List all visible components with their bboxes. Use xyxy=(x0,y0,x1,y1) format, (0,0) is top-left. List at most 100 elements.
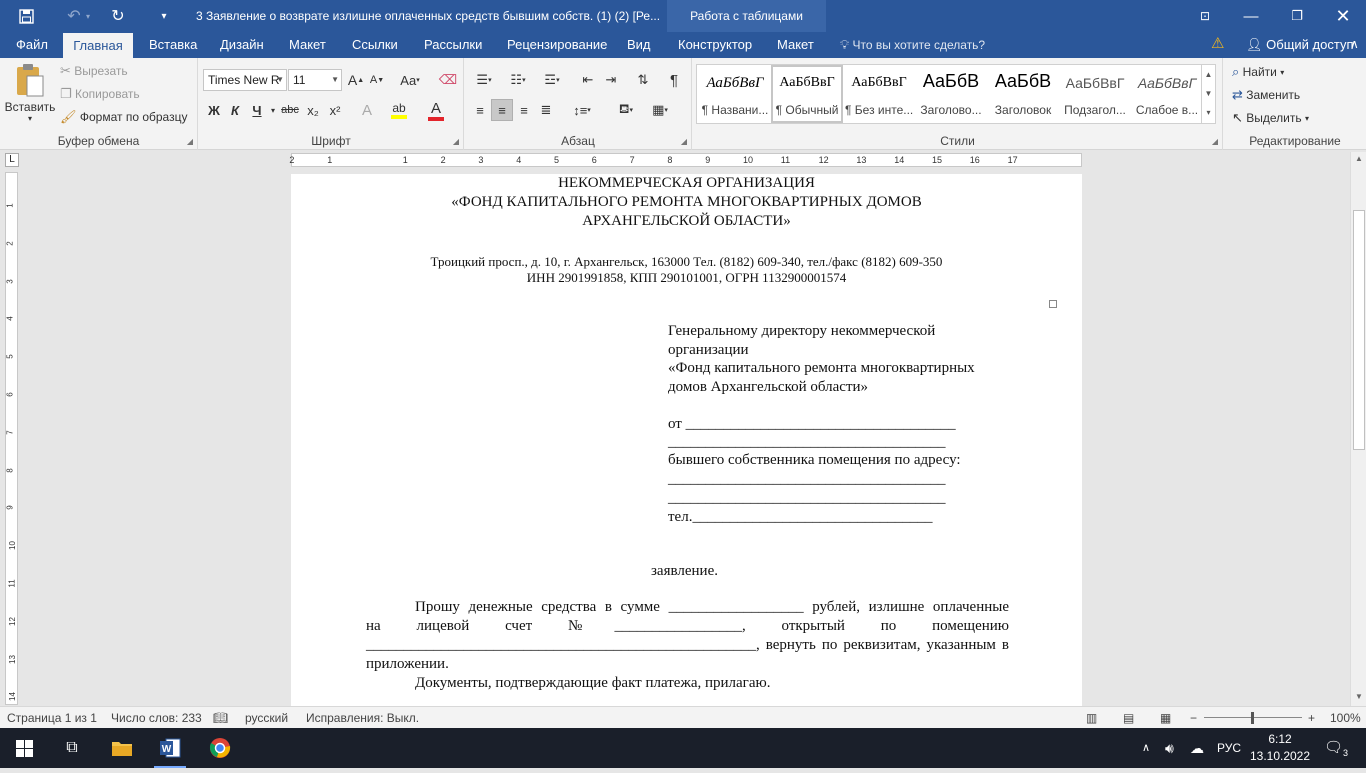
vertical-ruler[interactable]: 1 2 3 4 5 6 7 8 9 10 11 12 13 14 xyxy=(5,172,18,705)
customize-toolbar-icon[interactable]: ▾ xyxy=(146,0,182,32)
volume-icon[interactable]: 🔊︎ xyxy=(1165,728,1174,768)
tab-insert[interactable]: Вставка xyxy=(147,32,199,58)
notifications-icon[interactable]: 🗨︎3 xyxy=(1324,728,1348,768)
word-taskbar-icon[interactable]: W xyxy=(146,728,194,768)
gallery-down-icon[interactable]: ▼ xyxy=(1202,84,1215,103)
copy-button[interactable]: ❐ Копировать xyxy=(60,86,140,102)
start-icon[interactable] xyxy=(0,728,48,768)
tab-table-design[interactable]: Конструктор xyxy=(676,32,754,58)
styles-scrollbar[interactable]: ▲ ▼ ▾ xyxy=(1201,65,1215,123)
undo-dropdown-icon[interactable]: ▾ xyxy=(80,0,96,32)
shading-button[interactable]: ⛾ ▾ xyxy=(611,99,641,121)
track-changes-status[interactable]: Исправления: Выкл. xyxy=(306,707,419,729)
document-page[interactable]: НЕКОММЕРЧЕСКАЯ ОРГАНИЗАЦИЯ «ФОНД КАПИТАЛ… xyxy=(291,174,1082,706)
style-title[interactable]: АаБбВвГ ¶ Названи... xyxy=(699,65,771,123)
tab-layout[interactable]: Макет xyxy=(287,32,328,58)
bold-button[interactable]: Ж xyxy=(203,99,225,121)
subscript-button[interactable]: x₂ xyxy=(302,99,324,121)
read-mode-icon[interactable]: ▥ xyxy=(1086,707,1097,729)
superscript-button[interactable]: x² xyxy=(324,99,346,121)
collapse-ribbon-icon[interactable]: ∧ xyxy=(1350,37,1359,51)
style-subtle-emphasis[interactable]: АаБбВвГ Слабое в... xyxy=(1131,65,1203,123)
line-spacing-button[interactable]: ↕≡ ▾ xyxy=(567,99,597,121)
decrease-indent-button[interactable]: ⇤ xyxy=(577,69,599,91)
clock[interactable]: 6:12 13.10.2022 xyxy=(1248,731,1312,765)
styles-launcher-icon[interactable]: ◢ xyxy=(1212,137,1218,146)
clear-formatting-icon[interactable]: ⌫ xyxy=(437,69,459,91)
bullets-button[interactable]: ☰ ▾ xyxy=(469,69,499,91)
chrome-icon[interactable] xyxy=(196,728,244,768)
style-normal[interactable]: АаБбВвГ ¶ Обычный xyxy=(771,65,843,123)
font-color-button[interactable]: A xyxy=(425,99,447,121)
language-indicator[interactable]: русский xyxy=(245,707,288,729)
tab-references[interactable]: Ссылки xyxy=(350,32,400,58)
zoom-slider-knob[interactable] xyxy=(1251,712,1254,724)
show-hidden-icons-icon[interactable]: ∧ xyxy=(1142,728,1150,768)
word-count[interactable]: Число слов: 233 xyxy=(111,707,202,729)
zoom-level[interactable]: 100% xyxy=(1330,707,1361,729)
find-button[interactable]: ⌕ Найти ▾ xyxy=(1232,64,1284,80)
vertical-scrollbar[interactable]: ▲ ▼ xyxy=(1350,152,1366,706)
style-no-spacing[interactable]: АаБбВвГ ¶ Без инте... xyxy=(843,65,915,123)
web-layout-icon[interactable]: ▦ xyxy=(1160,707,1171,729)
cut-button[interactable]: ✂ Вырезать xyxy=(60,63,128,79)
shrink-font-button[interactable]: A ▼ xyxy=(366,69,388,91)
multilevel-list-button[interactable]: ☲ ▾ xyxy=(537,69,567,91)
horizontal-ruler[interactable]: 2 1 1 2 3 4 5 6 7 8 9 10 11 12 13 14 15 16 17 xyxy=(289,153,1082,167)
style-subtitle[interactable]: АаБбВвГ Подзагол... xyxy=(1059,65,1131,123)
save-icon[interactable] xyxy=(8,0,44,32)
minimize-button[interactable]: — xyxy=(1228,0,1274,32)
italic-button[interactable]: К xyxy=(224,99,246,121)
replace-button[interactable]: ⇄ Заменить xyxy=(1232,87,1300,103)
clipboard-launcher-icon[interactable]: ◢ xyxy=(187,137,193,146)
tab-view[interactable]: Вид xyxy=(625,32,653,58)
redo-icon[interactable]: ↻ xyxy=(100,0,136,32)
align-center-button[interactable]: ≡ xyxy=(491,99,513,121)
paste-button[interactable]: Вставить ▾ xyxy=(5,62,55,123)
font-name-select[interactable]: Times New R ▼ xyxy=(203,69,287,91)
zoom-in-icon[interactable]: + xyxy=(1308,707,1315,729)
scroll-thumb[interactable] xyxy=(1353,210,1365,450)
align-right-button[interactable]: ≡ xyxy=(513,99,535,121)
font-launcher-icon[interactable]: ◢ xyxy=(453,137,459,146)
style-heading[interactable]: АаБбВ Заголовок xyxy=(987,65,1059,123)
task-view-icon[interactable]: ⧉ xyxy=(48,728,96,768)
font-size-select[interactable]: 11 ▼ xyxy=(288,69,342,91)
scroll-up-icon[interactable]: ▲ xyxy=(1351,152,1366,166)
text-effects-icon[interactable]: A xyxy=(356,99,378,121)
page-count[interactable]: Страница 1 из 1 xyxy=(7,707,97,729)
proofing-icon[interactable]: 📖︎ xyxy=(213,707,228,729)
show-formatting-button[interactable]: ¶ xyxy=(663,69,685,91)
paragraph-launcher-icon[interactable]: ◢ xyxy=(681,137,687,146)
align-left-button[interactable]: ≡ xyxy=(469,99,491,121)
close-button[interactable]: ✕ xyxy=(1320,0,1366,32)
sort-button[interactable]: ⇅ xyxy=(632,69,654,91)
warning-icon[interactable]: ⚠ xyxy=(1211,36,1227,52)
network-icon[interactable]: ☁︎ xyxy=(1190,728,1204,768)
tab-table-layout[interactable]: Макет xyxy=(775,32,816,58)
file-explorer-icon[interactable] xyxy=(98,728,146,768)
highlight-color-button[interactable]: ab xyxy=(388,99,410,121)
select-button[interactable]: ↖ Выделить ▾ xyxy=(1232,110,1309,126)
justify-button[interactable]: ≣ xyxy=(535,99,557,121)
scroll-down-icon[interactable]: ▼ xyxy=(1351,690,1366,704)
grow-font-button[interactable]: A ▲ xyxy=(345,69,367,91)
tell-me-search[interactable]: 💡︎ Что вы хотите сделать? xyxy=(840,32,985,58)
strikethrough-button[interactable]: abc xyxy=(279,99,301,121)
numbering-button[interactable]: ☷ ▾ xyxy=(503,69,533,91)
borders-button[interactable]: ▦ ▾ xyxy=(645,99,675,121)
print-layout-icon[interactable]: ▤ xyxy=(1123,707,1134,729)
tab-design[interactable]: Дизайн xyxy=(218,32,266,58)
zoom-out-icon[interactable]: − xyxy=(1190,707,1197,729)
share-button[interactable]: 👤︎ Общий доступ xyxy=(1246,32,1353,58)
increase-indent-button[interactable]: ⇥ xyxy=(600,69,622,91)
tab-review[interactable]: Рецензирование xyxy=(505,32,609,58)
tab-mailings[interactable]: Рассылки xyxy=(422,32,484,58)
restore-button[interactable]: ❐ xyxy=(1274,0,1320,32)
ribbon-display-options-icon[interactable]: ⊡ xyxy=(1182,0,1228,32)
style-heading-1[interactable]: АаБбВ Заголово... xyxy=(915,65,987,123)
format-painter-button[interactable]: 🖌︎ Формат по образцу xyxy=(60,109,187,125)
gallery-up-icon[interactable]: ▲ xyxy=(1202,65,1215,84)
table-resize-handle[interactable] xyxy=(1049,300,1057,308)
change-case-button[interactable]: Aa ▾ xyxy=(395,69,425,91)
